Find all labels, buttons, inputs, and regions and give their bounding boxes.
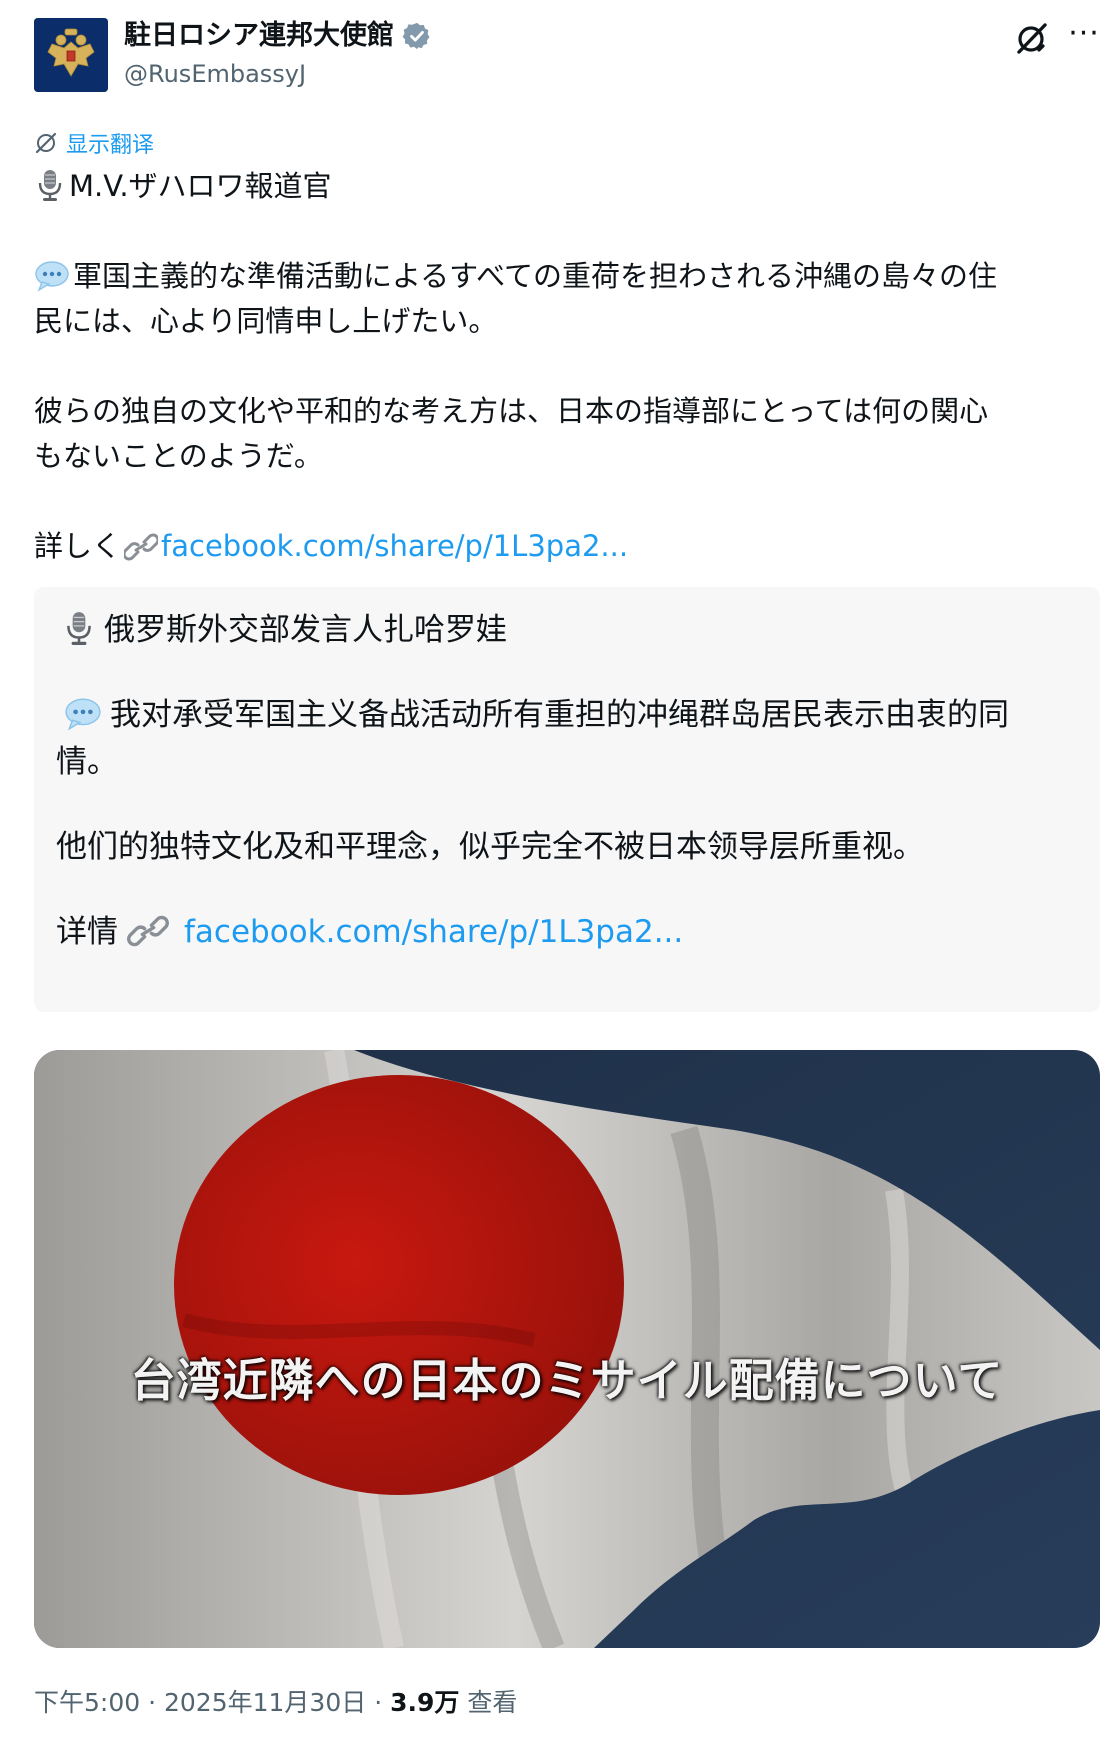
views-count[interactable]: 3.9万 bbox=[390, 1688, 459, 1717]
post-paragraph-2b: もないことのようだ。 bbox=[34, 439, 323, 473]
more-label: 詳しく bbox=[34, 529, 122, 563]
views-label: 查看 bbox=[467, 1688, 518, 1717]
translation-speaker: 俄罗斯外交部发言人扎哈罗娃 bbox=[104, 612, 507, 648]
external-link[interactable]: facebook.com/share/p/1L3pa2... bbox=[161, 529, 628, 563]
translation-paragraph-2: 他们的独特文化及和平理念，似乎完全不被日本领导层所重视。 bbox=[56, 829, 924, 865]
media-image[interactable]: 台湾近隣への日本のミサイル配備について bbox=[34, 1050, 1100, 1648]
translation-speaker-line: 俄罗斯外交部发言人扎哈罗娃 bbox=[56, 607, 1086, 654]
post-paragraph-2a: 彼らの独自の文化や平和的な考え方は、日本の指導部にとっては何の関心 bbox=[34, 394, 989, 428]
microphone-icon bbox=[67, 612, 91, 645]
translation-more-label: 详情 bbox=[56, 914, 118, 950]
russian-coat-of-arms-icon bbox=[34, 18, 108, 92]
translate-icon bbox=[35, 132, 57, 154]
meta-separator: · bbox=[148, 1688, 157, 1717]
post-paragraph-1b: 民には、心より同情申し上げたい。 bbox=[34, 304, 498, 338]
grok-button[interactable] bbox=[1012, 20, 1050, 58]
post-time[interactable]: 下午5:00 bbox=[34, 1688, 140, 1717]
show-translation-label: 显示翻译 bbox=[66, 133, 155, 158]
speech-bubble-icon bbox=[65, 698, 101, 731]
translation-text-line: 我对承受军国主义备战活动所有重担的冲绳群岛居民表示由衷的同 bbox=[110, 697, 1009, 733]
post-text: M.V.ザハロワ報道官 軍国主義的な準備活動によるすべての重荷を担わされる沖縄の… bbox=[34, 164, 1114, 569]
meta-separator: · bbox=[374, 1688, 383, 1717]
more-options-button[interactable]: ··· bbox=[1064, 14, 1104, 54]
display-name-text: 駐日ロシア連邦大使館 bbox=[124, 20, 394, 51]
avatar[interactable] bbox=[34, 18, 108, 92]
show-translation-button[interactable]: 显示翻译 bbox=[34, 127, 154, 159]
microphone-icon bbox=[38, 170, 62, 201]
link-icon bbox=[127, 915, 169, 947]
translation-external-link[interactable]: facebook.com/share/p/1L3pa2... bbox=[184, 914, 683, 950]
post-date[interactable]: 2025年11月30日 bbox=[164, 1688, 366, 1717]
speech-bubble-icon bbox=[35, 261, 69, 292]
post-meta: 下午5:00 · 2025年11月30日 · 3.9万 查看 bbox=[34, 1686, 517, 1720]
grok-icon bbox=[1017, 23, 1047, 54]
translation-box: 俄罗斯外交部发言人扎哈罗娃 我对承受军国主义备战活动所有重担的冲绳群岛居民表示由… bbox=[34, 587, 1100, 1012]
more-line: 詳しく facebook.com/share/p/1L3pa2... bbox=[34, 524, 1114, 569]
handle[interactable]: @RusEmbassyJ bbox=[124, 58, 306, 90]
verified-badge-icon bbox=[402, 22, 430, 50]
speaker-name: M.V.ザハロワ報道官 bbox=[69, 169, 332, 203]
translation-more-line: 详情 facebook.com/share/p/1L3pa2... bbox=[56, 909, 1086, 956]
post-text-line: 軍国主義的な準備活動によるすべての重荷を担わされる沖縄の島々の住 bbox=[73, 259, 997, 293]
speaker-line: M.V.ザハロワ報道官 bbox=[34, 164, 1114, 209]
display-name[interactable]: 駐日ロシア連邦大使館 bbox=[124, 18, 432, 54]
post-paragraph-1a: 軍国主義的な準備活動によるすべての重荷を担わされる沖縄の島々の住 bbox=[34, 254, 1114, 299]
translation-paragraph-1b: 情。 bbox=[56, 744, 118, 780]
media-caption: 台湾近隣への日本のミサイル配備について bbox=[130, 1354, 1004, 1407]
post: 駐日ロシア連邦大使館 @RusEmbassyJ ··· 显示翻译 M.V.ザハロ… bbox=[0, 0, 1117, 1737]
translation-paragraph-1a: 我对承受军国主义备战活动所有重担的冲绳群岛居民表示由衷的同 bbox=[56, 692, 1086, 739]
link-icon bbox=[124, 533, 159, 561]
